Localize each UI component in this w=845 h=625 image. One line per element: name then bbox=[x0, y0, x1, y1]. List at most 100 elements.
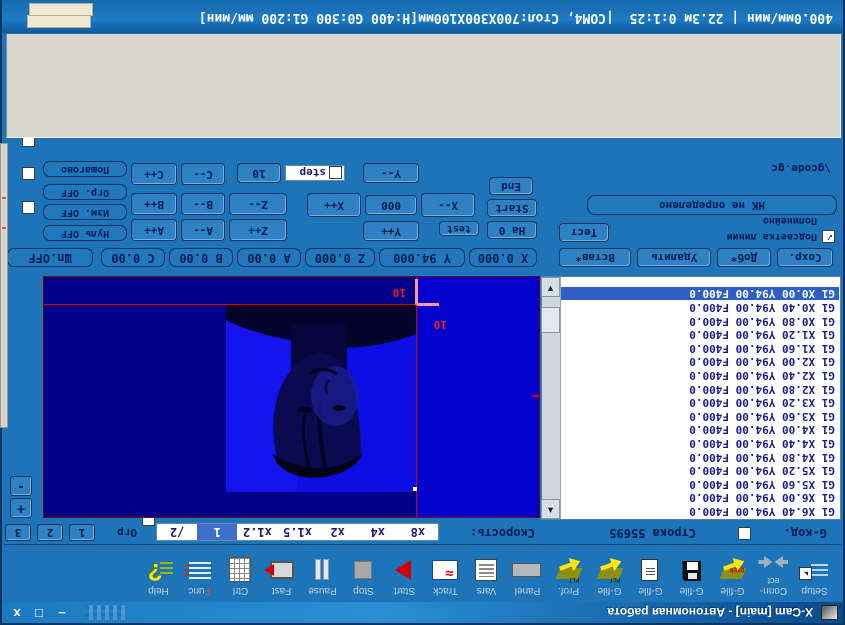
jog-z-minus-button[interactable]: Z-- bbox=[229, 193, 287, 215]
start-from-line-button[interactable]: Start bbox=[487, 199, 537, 217]
end-button[interactable]: End bbox=[489, 177, 533, 195]
jog-c-plus-button[interactable]: C++ bbox=[131, 163, 177, 185]
delete-button[interactable]: Удалить bbox=[637, 248, 711, 267]
toolbar-button[interactable]: G-file OPEN bbox=[712, 556, 753, 596]
close-button[interactable]: x bbox=[8, 606, 26, 621]
toolbar-button-label: Pause bbox=[308, 585, 337, 596]
speed-option[interactable]: x1.5 bbox=[277, 524, 317, 540]
jog-x-minus-button[interactable]: X-- bbox=[421, 193, 475, 217]
toolbar-button[interactable]: Start bbox=[384, 556, 425, 596]
gcode-line[interactable]: G1 X1.60 Y94.00 F400.0 bbox=[561, 341, 839, 355]
test-button-ru[interactable]: Тест bbox=[559, 223, 609, 242]
toolbar-button[interactable]: Panel bbox=[507, 556, 548, 596]
preview-canvas[interactable]: 10 10 bbox=[43, 276, 540, 518]
toolbar-button[interactable]: Pause bbox=[302, 556, 343, 596]
gcode-line[interactable]: G1 X4.80 Y94.00 F400.0 bbox=[561, 450, 839, 464]
profile-button-3[interactable]: 3 bbox=[5, 524, 31, 541]
jog-c-minus-button[interactable]: C-- bbox=[181, 163, 225, 185]
toolbar-button[interactable]: Func bbox=[179, 556, 220, 596]
izm-off-checkbox[interactable] bbox=[22, 167, 35, 180]
gcode-line[interactable]: G1 X3.20 Y94.00 F400.0 bbox=[561, 396, 839, 409]
gcode-line[interactable]: G1 X0.00 Y94.00 F400.0 bbox=[561, 286, 839, 301]
scroll-up-icon[interactable]: ▲ bbox=[541, 499, 560, 519]
gcode-line[interactable]: G1 X4.00 Y94.00 F400.0 bbox=[561, 423, 839, 436]
toolbar-icon bbox=[308, 556, 338, 582]
gcode-list[interactable]: G1 X6.40 Y94.00 F400.0 G1 X6.00 Y94.00 F4… bbox=[561, 278, 839, 518]
scroll-down-icon[interactable]: ▼ bbox=[541, 277, 560, 297]
jog-b-plus-button[interactable]: B++ bbox=[131, 193, 177, 215]
izm-off-label: Изм. OFF bbox=[43, 204, 127, 220]
toolbar-button[interactable]: G-file PLT bbox=[589, 556, 630, 596]
profile-button-1[interactable]: 1 bbox=[69, 524, 95, 541]
toolbar-button[interactable]: Prof. PLT bbox=[548, 556, 589, 596]
gcode-line[interactable]: G1 X3.60 Y94.00 F400.0 bbox=[561, 409, 839, 423]
minimize-button[interactable]: – bbox=[53, 606, 71, 621]
jog-y-minus-button[interactable]: Y-- bbox=[363, 163, 419, 183]
title-bar[interactable]: X-Cam [main] - Автономная работа bbox=[2, 602, 843, 623]
gcode-line[interactable]: G1 X4.40 Y94.00 F400.0 bbox=[561, 436, 839, 450]
toolbar-button[interactable]: Ctrl bbox=[220, 556, 261, 596]
zoom-out-button[interactable]: - bbox=[10, 476, 32, 496]
toolbar-button[interactable]: G-file bbox=[630, 556, 671, 596]
insert-button[interactable]: Встав* bbox=[559, 248, 631, 267]
add-button[interactable]: Доб* bbox=[717, 248, 771, 267]
speed-option[interactable]: x2 bbox=[318, 524, 358, 540]
toolbar-button[interactable]: Setup bbox=[794, 556, 835, 596]
toolbar-icon bbox=[144, 556, 174, 582]
maximize-button[interactable]: □ bbox=[30, 606, 48, 621]
jog-a-plus-button[interactable]: A++ bbox=[131, 219, 177, 241]
splitter-tick bbox=[2, 227, 6, 229]
step-checkbox[interactable] bbox=[329, 166, 342, 180]
speed-option[interactable]: x1.2 bbox=[237, 524, 277, 540]
highlight-line-label: Подсветка линии bbox=[726, 231, 817, 242]
home-button[interactable]: На 0 bbox=[487, 221, 537, 239]
jog-zero-button[interactable]: 000 bbox=[365, 195, 417, 215]
gcode-checkbox[interactable] bbox=[738, 527, 751, 540]
jog-b-minus-button[interactable]: B-- bbox=[181, 193, 225, 215]
toolbar-button[interactable]: Fast bbox=[261, 556, 302, 596]
null-off-checkbox[interactable] bbox=[22, 201, 35, 214]
step-size-field[interactable]: 10 bbox=[237, 163, 281, 183]
jog-z-plus-button[interactable]: Z++ bbox=[229, 219, 287, 241]
gcode-line[interactable]: G1 X0.40 Y94.00 F400.0 bbox=[561, 301, 839, 314]
step-mode-field[interactable]: step bbox=[285, 165, 345, 181]
profile-button-2[interactable]: 2 bbox=[37, 524, 63, 541]
highlight-line-checkbox[interactable] bbox=[822, 230, 835, 243]
toolbar-button[interactable]: Stop bbox=[343, 556, 384, 596]
gcode-line[interactable]: G1 X5.60 Y94.00 F400.0 bbox=[561, 477, 839, 491]
gcode-line[interactable]: G1 X2.40 Y94.00 F400.0 bbox=[561, 368, 839, 382]
right-edge-splitter[interactable] bbox=[0, 143, 8, 428]
speed-option[interactable]: /2 bbox=[157, 524, 197, 540]
toolbar-button[interactable]: G-file bbox=[671, 556, 712, 596]
test-button-en[interactable]: test bbox=[439, 221, 479, 236]
gcode-line[interactable]: G1 X6.00 Y94.00 F400.0 bbox=[561, 491, 839, 504]
speed-selector[interactable]: x8 x4 x2 x1.5 x1.2 1/2 bbox=[156, 523, 439, 541]
toolbar-button-label: Setup bbox=[801, 585, 828, 596]
jog-a-minus-button[interactable]: A-- bbox=[181, 219, 225, 241]
zoom-in-button[interactable]: + bbox=[10, 498, 32, 518]
gcode-line[interactable]: G1 X2.00 Y94.00 F400.0 bbox=[561, 355, 839, 368]
step-label: step bbox=[299, 166, 327, 180]
gcode-scrollbar[interactable]: ▲ ▼ bbox=[541, 277, 561, 519]
gcode-header-label: G-код. bbox=[783, 526, 827, 540]
gcode-line[interactable]: G1 X2.80 Y94.00 F400.0 bbox=[561, 382, 839, 396]
gcode-line[interactable]: G1 X5.20 Y94.00 F400.0 bbox=[561, 464, 839, 477]
nk-status-field: НК не определено bbox=[587, 195, 837, 215]
save-button[interactable]: Сохр. bbox=[777, 248, 833, 267]
gcode-line[interactable]: G1 X6.40 Y94.00 F400.0 bbox=[561, 504, 839, 518]
status-feed-info: 400.0мм/мин | 22.3м 0:1:25 |COM4, Стол:7… bbox=[418, 10, 833, 25]
speed-option[interactable]: 1 bbox=[197, 524, 238, 540]
speed-option[interactable]: x4 bbox=[358, 524, 398, 540]
toolbar-button[interactable]: Vars bbox=[466, 556, 507, 596]
scrollbar-thumb[interactable] bbox=[541, 307, 560, 333]
gcode-line[interactable]: G1 X1.20 Y94.00 F400.0 bbox=[561, 328, 839, 341]
toolbar-button[interactable]: Track bbox=[425, 556, 466, 596]
engraving-portrait-image bbox=[226, 305, 417, 492]
speed-limit-label: Огр bbox=[117, 526, 137, 539]
jog-y-plus-button[interactable]: Y++ bbox=[363, 221, 419, 241]
toolbar-button[interactable]: Conn- ect bbox=[753, 547, 794, 596]
gcode-line[interactable]: G1 X0.80 Y94.00 F400.0 bbox=[561, 314, 839, 328]
jog-x-plus-button[interactable]: X++ bbox=[307, 193, 361, 217]
toolbar-button[interactable]: Help bbox=[138, 556, 179, 596]
speed-option[interactable]: x8 bbox=[398, 524, 438, 540]
